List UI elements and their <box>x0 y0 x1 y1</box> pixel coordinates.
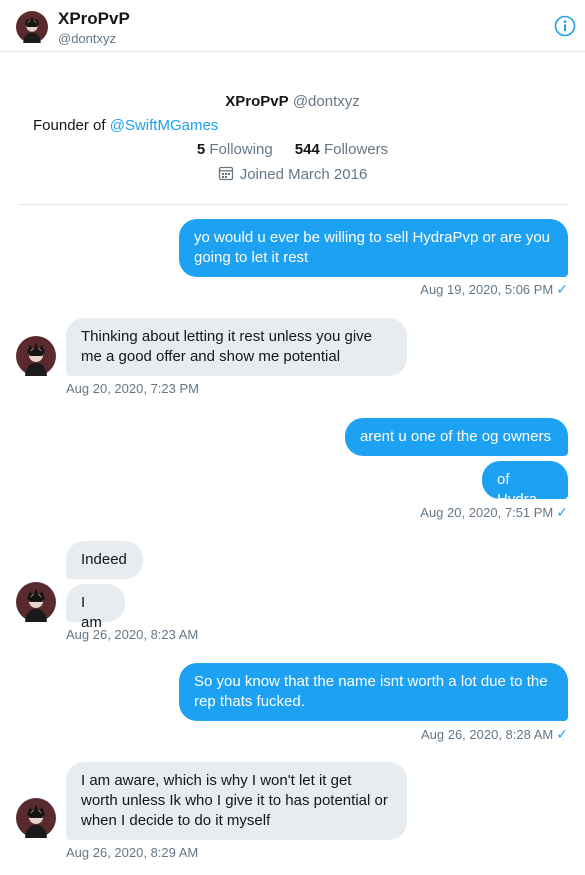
following-label: Following <box>209 141 273 158</box>
profile-summary: XProPvP @dontxyz Founder of @SwiftMGames… <box>0 52 585 204</box>
profile-handle: @dontxyz <box>292 93 360 110</box>
message-bubble-outgoing[interactable]: So you know that the name isnt worth a l… <box>179 663 568 721</box>
message-timestamp: Aug 26, 2020, 8:28 AM ✓ <box>420 726 568 742</box>
read-check-icon: ✓ <box>556 726 568 742</box>
message-bubble-outgoing[interactable]: arent u one of the og owners <box>345 418 568 456</box>
profile-stats: 5 Following 544 Followers <box>0 141 585 158</box>
joined-text: Joined March 2016 <box>239 166 368 183</box>
following-stat[interactable]: 5 Following <box>197 141 273 158</box>
message-timestamp: Aug 26, 2020, 8:23 AM <box>66 627 199 642</box>
message-text: going to let it rest <box>194 249 309 266</box>
message-bubble-outgoing[interactable]: yo would u ever be willing to sell Hydra… <box>179 219 568 277</box>
avatar[interactable] <box>16 798 56 838</box>
message-text: Thinking about letting it rest unless yo… <box>81 328 372 345</box>
joined-date: Joined March 2016 <box>0 165 585 185</box>
message-bubble-incoming[interactable]: I am aware, which is why I won't let it … <box>66 762 407 840</box>
message-text: arent u one of the og owners <box>360 428 551 445</box>
message-text: yo would u ever be willing to sell Hydra… <box>194 229 551 246</box>
read-check-icon: ✓ <box>556 504 568 520</box>
message-bubble-incoming[interactable]: I am <box>66 584 125 631</box>
divider <box>18 204 568 205</box>
message-bubble-incoming[interactable]: Thinking about letting it rest unless yo… <box>66 318 407 376</box>
message-text: rep thats fucked. <box>194 693 305 710</box>
message-timestamp: Aug 20, 2020, 7:23 PM <box>66 381 199 396</box>
calendar-icon <box>218 165 234 185</box>
bio-link[interactable]: @SwiftMGames <box>110 117 219 134</box>
message-bubble-outgoing[interactable]: of Hydra <box>482 461 568 508</box>
message-text: when I decide to do it myself <box>81 812 271 829</box>
following-count: 5 <box>196 141 206 158</box>
message-text: I am aware, which is why I won't let it … <box>81 772 352 789</box>
message-timestamp: Aug 20, 2020, 7:51 PM ✓ <box>420 504 568 520</box>
followers-count: 544 <box>294 141 320 158</box>
message-text: me a good offer and show me potential <box>81 348 341 365</box>
bio-prefix: Founder of <box>33 117 110 134</box>
info-icon[interactable] <box>553 14 577 38</box>
read-check-icon: ✓ <box>556 281 568 297</box>
avatar[interactable] <box>16 11 48 43</box>
avatar[interactable] <box>16 582 56 622</box>
message-text: worth unless Ik who I give it to has pot… <box>81 792 388 809</box>
message-timestamp: Aug 19, 2020, 5:06 PM ✓ <box>420 281 568 297</box>
header-handle: @dontxyz <box>58 31 116 46</box>
followers-label: Followers <box>323 141 389 158</box>
message-text: Indeed <box>81 551 127 568</box>
profile-bio: Founder of @SwiftMGames <box>33 117 218 134</box>
profile-name[interactable]: XProPvP <box>225 93 288 110</box>
followers-stat[interactable]: 544 Followers <box>295 141 388 158</box>
message-bubble-incoming[interactable]: Indeed <box>66 541 143 579</box>
message-timestamp: Aug 26, 2020, 8:29 AM <box>66 845 199 860</box>
conversation-header: XProPvP @dontxyz <box>0 0 585 52</box>
avatar[interactable] <box>16 336 56 376</box>
message-text: So you know that the name isnt worth a l… <box>194 673 548 690</box>
profile-name-line[interactable]: XProPvP @dontxyz <box>0 93 585 110</box>
header-name[interactable]: XProPvP <box>58 9 130 29</box>
